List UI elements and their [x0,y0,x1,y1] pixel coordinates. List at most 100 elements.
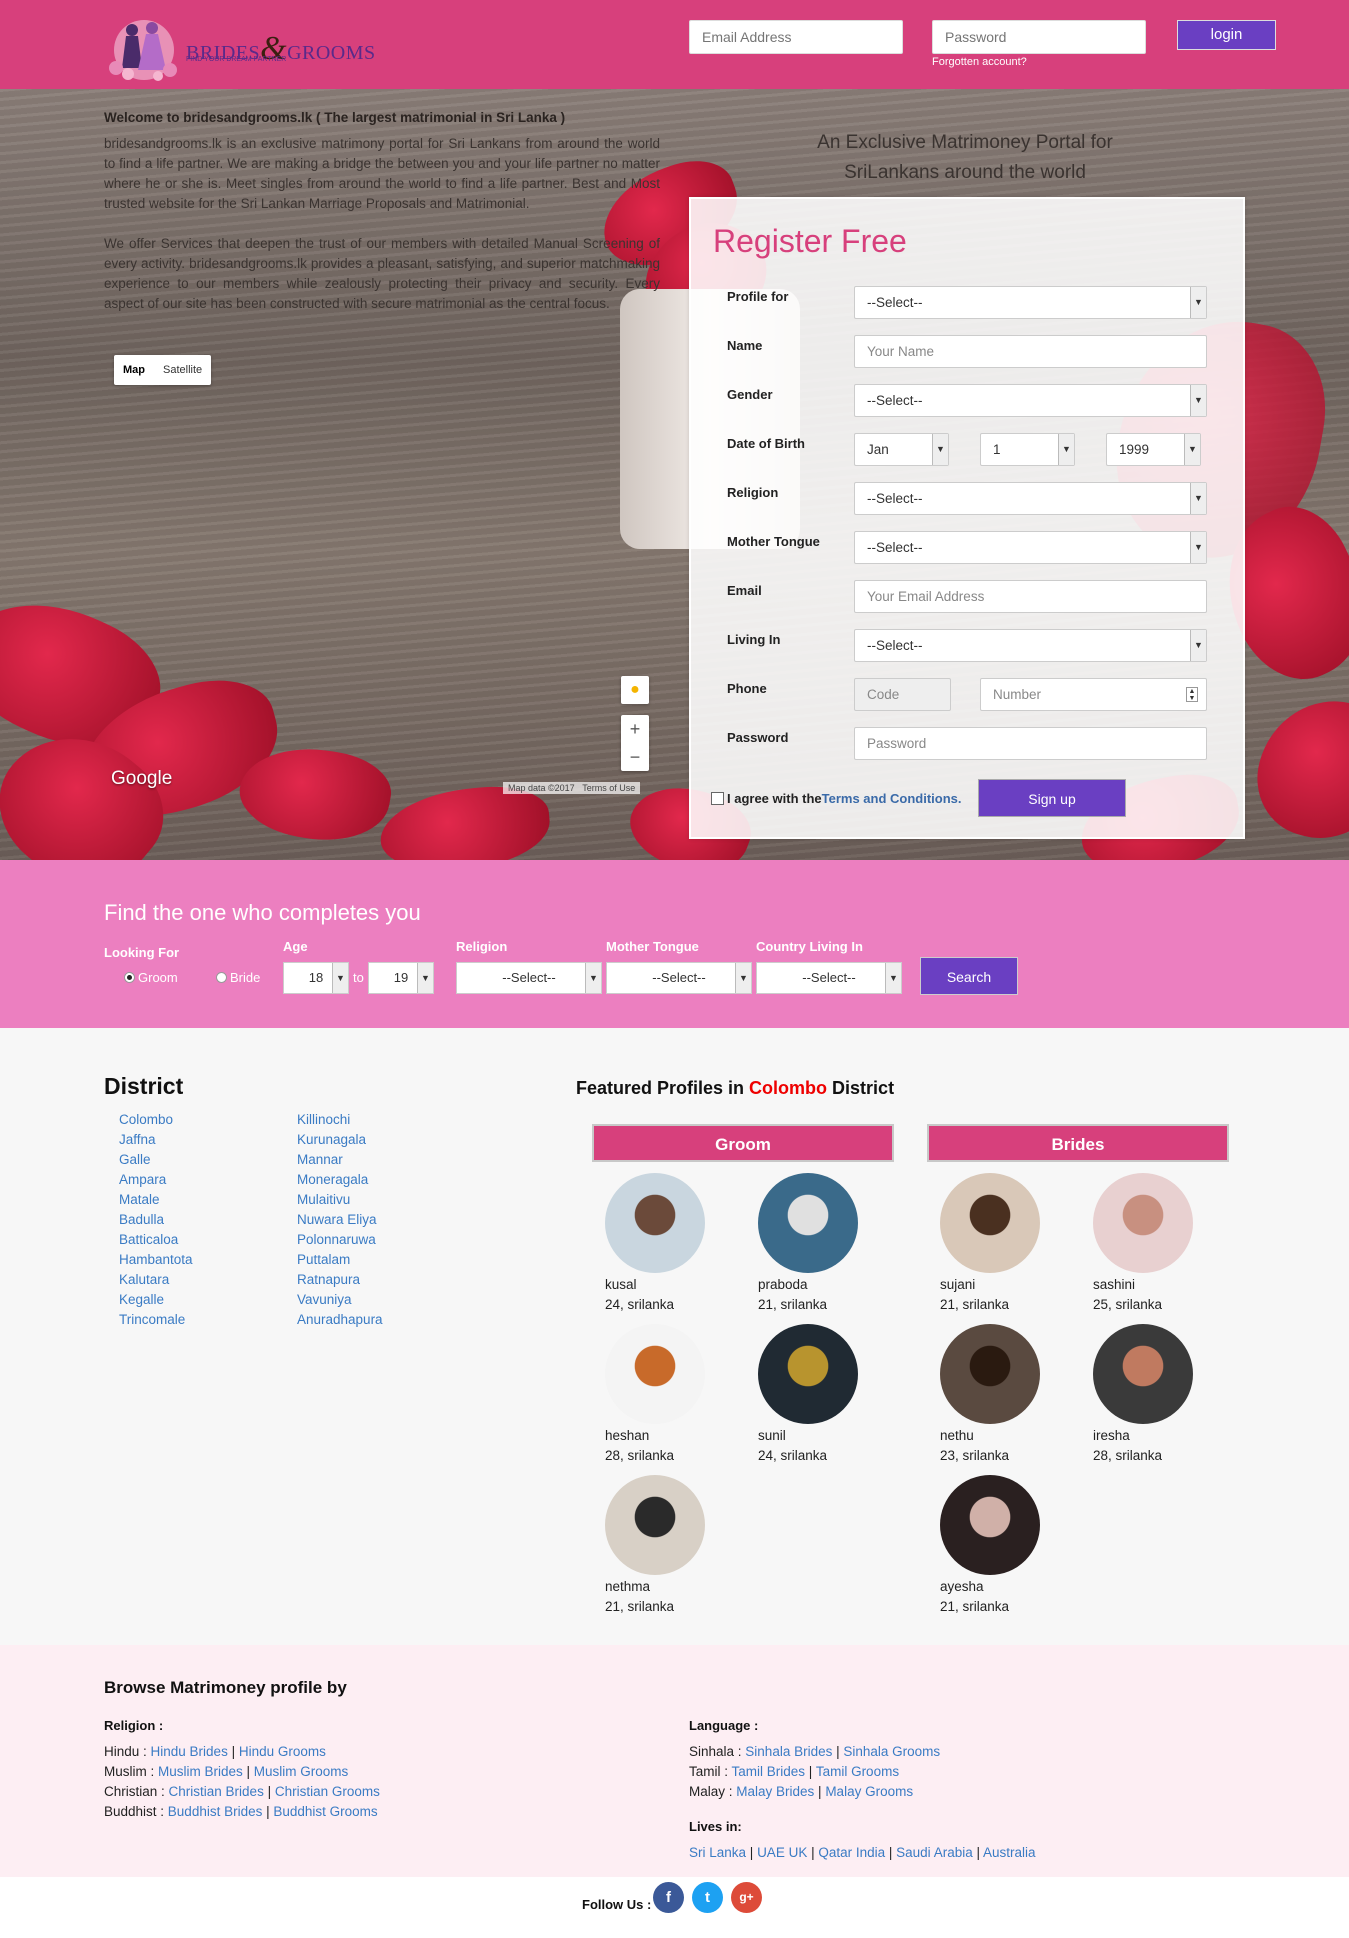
profile-photo[interactable] [940,1324,1040,1424]
profile-card[interactable]: nethu 23, srilanka [940,1324,1060,1466]
profile-photo[interactable] [758,1173,858,1273]
profile-photo[interactable] [605,1475,705,1575]
password-input[interactable]: Password [854,727,1207,760]
lives-in-link[interactable]: Sri Lanka [689,1845,746,1860]
google-plus-icon[interactable]: g+ [731,1882,762,1913]
district-link[interactable]: Badulla [119,1210,193,1230]
district-link[interactable]: Puttalam [297,1250,383,1270]
profile-card[interactable]: heshan 28, srilanka [605,1324,725,1466]
email-input[interactable]: Your Email Address [854,580,1207,613]
district-link[interactable]: Kegalle [119,1290,193,1310]
dob-year-select[interactable]: 1999 ▼ [1106,433,1201,466]
browse-grooms-link[interactable]: Hindu Grooms [239,1744,326,1759]
district-link[interactable]: Ratnapura [297,1270,383,1290]
dob-day-select[interactable]: 1 ▼ [980,433,1075,466]
profile-card[interactable]: sashini 25, srilanka [1093,1173,1213,1315]
brides-header[interactable]: Brides [927,1124,1229,1162]
district-link[interactable]: Galle [119,1150,193,1170]
district-link[interactable]: Polonnaruwa [297,1230,383,1250]
profile-name[interactable]: iresha [1093,1426,1213,1446]
district-link[interactable]: Kalutara [119,1270,193,1290]
profile-photo[interactable] [758,1324,858,1424]
zoom-in-button[interactable]: + [621,715,649,743]
browse-brides-link[interactable]: Muslim Brides [158,1764,243,1779]
zoom-out-button[interactable]: − [621,743,649,771]
terms-checkbox[interactable] [711,792,724,805]
browse-grooms-link[interactable]: Buddhist Grooms [273,1804,377,1819]
profile-photo[interactable] [1093,1173,1193,1273]
profile-card[interactable]: sujani 21, srilanka [940,1173,1060,1315]
profile-name[interactable]: sujani [940,1275,1060,1295]
lives-in-link[interactable]: Australia [983,1845,1036,1860]
browse-brides-link[interactable]: Buddhist Brides [168,1804,263,1819]
district-link[interactable]: Jaffna [119,1130,193,1150]
phone-code-input[interactable]: Code [854,678,951,711]
profile-name[interactable]: sashini [1093,1275,1213,1295]
browse-grooms-link[interactable]: Sinhala Grooms [843,1744,940,1759]
browse-grooms-link[interactable]: Muslim Grooms [254,1764,349,1779]
lives-in-link[interactable]: UAE UK [757,1845,807,1860]
living-in-select[interactable]: --Select-- ▼ [854,629,1207,662]
search-mother-tongue-select[interactable]: --Select-- ▼ [606,962,752,994]
profile-name[interactable]: nethma [605,1577,725,1597]
district-link[interactable]: Vavuniya [297,1290,383,1310]
phone-number-input[interactable]: Number ▲ ▼ [980,678,1207,711]
profile-name[interactable]: sunil [758,1426,878,1446]
profile-photo[interactable] [1093,1324,1193,1424]
profile-name[interactable]: kusal [605,1275,725,1295]
district-link[interactable]: Mulaitivu [297,1190,383,1210]
district-link[interactable]: Moneragala [297,1170,383,1190]
profile-name[interactable]: praboda [758,1275,878,1295]
number-spinner-icon[interactable]: ▲ ▼ [1186,687,1198,702]
profile-photo[interactable] [605,1324,705,1424]
browse-brides-link[interactable]: Sinhala Brides [745,1744,832,1759]
site-logo[interactable]: BRIDES&GROOMS FIND YOUR DREAM PARTNER [104,10,375,82]
browse-grooms-link[interactable]: Tamil Grooms [816,1764,899,1779]
profile-photo[interactable] [605,1173,705,1273]
satellite-view-button[interactable]: Satellite [154,355,211,385]
browse-brides-link[interactable]: Malay Brides [736,1784,814,1799]
district-link[interactable]: Anuradhapura [297,1310,383,1330]
dob-month-select[interactable]: Jan ▼ [854,433,949,466]
browse-grooms-link[interactable]: Christian Grooms [275,1784,380,1799]
district-link[interactable]: Killinochi [297,1110,383,1130]
lives-in-link[interactable]: Saudi Arabia [896,1845,973,1860]
header-email-input[interactable] [689,20,903,54]
profile-card[interactable]: nethma 21, srilanka [605,1475,725,1617]
district-link[interactable]: Ampara [119,1170,193,1190]
forgotten-account-link[interactable]: Forgotten account? [932,56,1027,68]
pegman-icon[interactable]: ● [621,676,649,704]
name-input[interactable]: Your Name [854,335,1207,368]
religion-select[interactable]: --Select-- ▼ [854,482,1207,515]
login-button[interactable]: login [1177,20,1276,50]
browse-brides-link[interactable]: Christian Brides [169,1784,264,1799]
profile-card[interactable]: sunil 24, srilanka [758,1324,878,1466]
lives-in-link[interactable]: Qatar India [818,1845,885,1860]
browse-brides-link[interactable]: Tamil Brides [732,1764,806,1779]
map-terms-link[interactable]: Terms of Use [582,783,635,793]
bride-radio[interactable]: Bride [216,970,260,985]
district-link[interactable]: Mannar [297,1150,383,1170]
profile-name[interactable]: nethu [940,1426,1060,1446]
header-password-input[interactable] [932,20,1146,54]
age-from-select[interactable]: 18 ▼ [283,962,349,994]
district-link[interactable]: Hambantota [119,1250,193,1270]
age-to-select[interactable]: 19 ▼ [368,962,434,994]
groom-radio[interactable]: Groom [124,970,178,985]
browse-grooms-link[interactable]: Malay Grooms [825,1784,913,1799]
profile-card[interactable]: kusal 24, srilanka [605,1173,725,1315]
twitter-icon[interactable]: t [692,1882,723,1913]
profile-photo[interactable] [940,1173,1040,1273]
map-view-button[interactable]: Map [114,355,154,385]
district-link[interactable]: Nuwara Eliya [297,1210,383,1230]
district-link[interactable]: Batticaloa [119,1230,193,1250]
mother-tongue-select[interactable]: --Select-- ▼ [854,531,1207,564]
district-link[interactable]: Matale [119,1190,193,1210]
profile-name[interactable]: ayesha [940,1577,1060,1597]
profile-card[interactable]: praboda 21, srilanka [758,1173,878,1315]
terms-link[interactable]: Terms and Conditions. [822,791,962,806]
signup-button[interactable]: Sign up [978,779,1126,817]
facebook-icon[interactable]: f [653,1882,684,1913]
profile-name[interactable]: heshan [605,1426,725,1446]
search-button[interactable]: Search [920,957,1018,995]
